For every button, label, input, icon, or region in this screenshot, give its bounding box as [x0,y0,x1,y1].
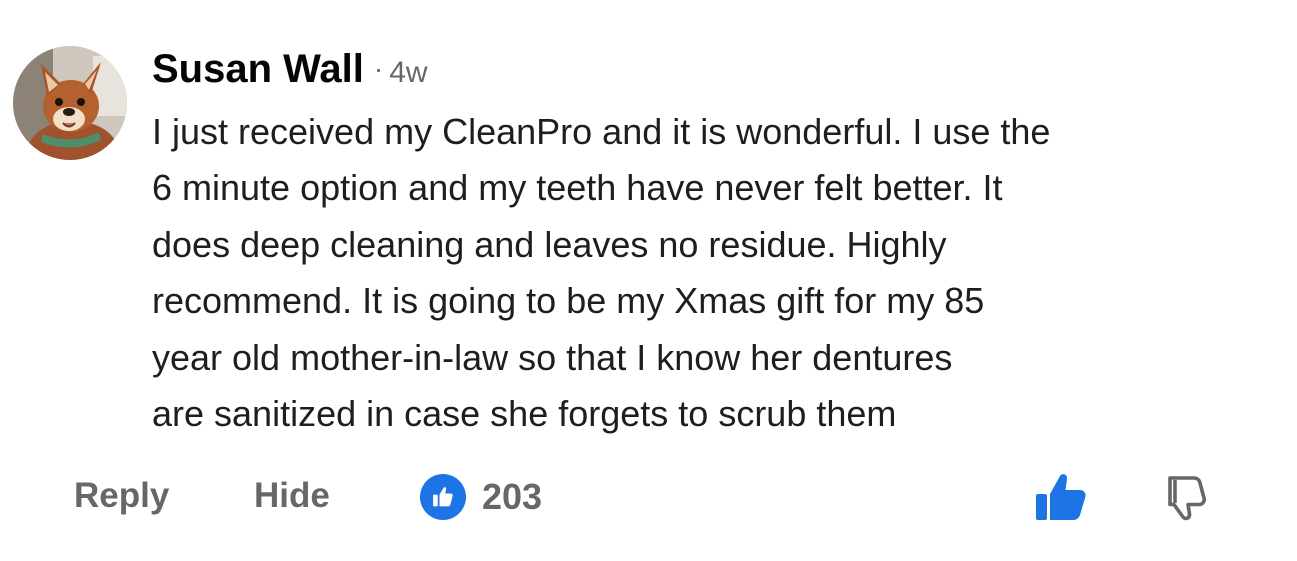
like-count: 203 [482,476,543,517]
thumbs-down-icon[interactable] [1164,472,1212,522]
reaction-summary[interactable]: 203 [420,474,542,520]
meta-separator: · [373,53,384,84]
comment-text-line: I just received my CleanPro and it is wo… [152,111,1051,152]
comment-header: Susan Wall · 4w [152,42,428,105]
avatar-dog-image [13,46,127,160]
hide-button[interactable]: Hide [254,476,330,516]
comment-timestamp[interactable]: 4w [389,56,427,89]
comment-text-line: are sanitized in case she forgets to scr… [152,393,897,435]
comment-text-line: 6 minute option and my teeth have never … [152,167,1003,209]
comment-text-line: does deep cleaning and leaves no residue… [152,223,947,265]
comment-text-line: year old mother-in-law so that I know he… [152,336,953,378]
thumbs-up-icon [420,474,466,520]
comment-text-line: recommend. It is going to be my Xmas gif… [152,280,985,322]
comment: Susan Wall · 4w I just received my CleanPr… [0,0,1297,561]
comment-actions: Reply Hide 203 [0,470,1297,526]
author-name[interactable]: Susan Wall [152,47,364,91]
thumbs-up-icon[interactable] [1034,470,1088,524]
reply-button[interactable]: Reply [74,476,169,516]
comment-text: I just received my CleanPro and it is wo… [152,104,1252,442]
avatar[interactable] [13,46,127,160]
